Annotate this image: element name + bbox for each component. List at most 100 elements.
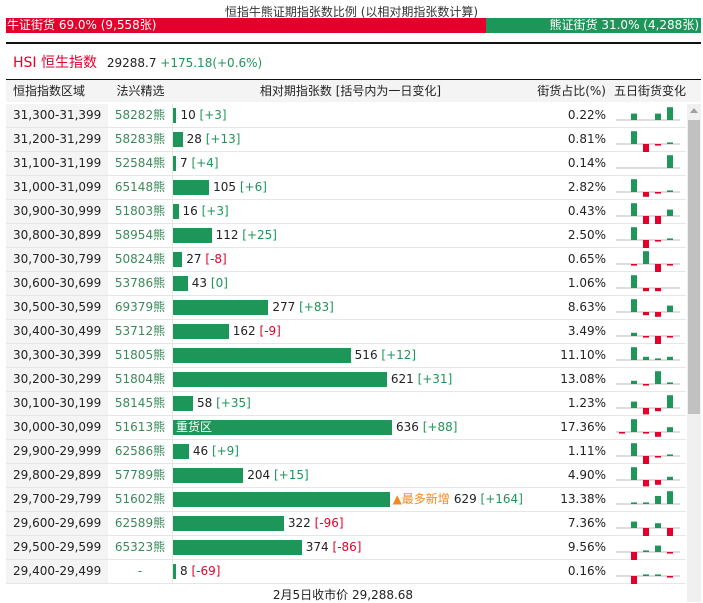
count-value: 58 [+35]: [197, 392, 251, 415]
share-cell: 1.23%: [567, 396, 606, 410]
warrant-code-link[interactable]: 57789熊: [108, 464, 173, 487]
most-added-tag: ▲最多新增: [392, 492, 450, 506]
table-row[interactable]: 30,800-30,899 58954熊 112 [+25] 2.50%: [6, 224, 686, 248]
warrant-code-link[interactable]: 51804熊: [108, 368, 173, 391]
table-row[interactable]: 30,400-30,499 53712熊 162 [-9] 3.49%: [6, 320, 686, 344]
range-cell: 30,900-30,999: [6, 200, 108, 223]
count-number: 621: [390, 372, 414, 386]
one-day-change: [+6]: [239, 180, 267, 194]
warrant-code-link[interactable]: 51805熊: [108, 344, 173, 367]
table-row[interactable]: 30,100-30,199 58145熊 58 [+35] 1.23%: [6, 392, 686, 416]
warrant-code-link[interactable]: 53712熊: [108, 320, 173, 343]
table-row[interactable]: 30,300-30,399 51805熊 516 [+12] 11.10%: [6, 344, 686, 368]
warrant-code-link[interactable]: 52584熊: [108, 152, 173, 175]
count-number: 204: [247, 468, 271, 482]
count-value: 204 [+15]: [247, 464, 308, 487]
table-row[interactable]: 29,700-29,799 51602熊 ▲最多新增 629 [+164] 13…: [6, 488, 686, 512]
five-day-sparkline: [606, 176, 686, 199]
sparkline-bar: [631, 203, 637, 216]
table-row[interactable]: 31,100-31,199 52584熊 7 [+4] 0.14%: [6, 152, 686, 176]
table-row[interactable]: 30,600-30,699 53786熊 43 [0] 1.06%: [6, 272, 686, 296]
range-cell: 29,500-29,599: [6, 536, 108, 559]
sparkline-bar: [655, 456, 661, 458]
range-cell: 30,200-30,299: [6, 368, 108, 391]
sparkline-bar: [631, 264, 637, 266]
sparkline-bar: [655, 574, 661, 576]
one-day-change: [+3]: [201, 204, 229, 218]
warrant-code-link[interactable]: 53786熊: [108, 272, 173, 295]
one-day-change: [+12]: [381, 348, 417, 362]
warrant-code-link[interactable]: 62589熊: [108, 512, 173, 535]
sparkline-bar: [667, 528, 673, 536]
warrant-code-link[interactable]: 69379熊: [108, 296, 173, 319]
five-day-sparkline: [606, 512, 686, 536]
count-number: 46: [192, 444, 209, 458]
range-cell: 30,000-30,099: [6, 416, 108, 439]
one-day-change: [+88]: [422, 420, 458, 434]
count-cell: 516 [+12]: [173, 344, 528, 367]
warrant-code-link[interactable]: 65323熊: [108, 536, 173, 559]
count-bar: [173, 468, 244, 483]
scrollbar-thumb[interactable]: [688, 120, 700, 414]
table-row[interactable]: 30,200-30,299 51804熊 621 [+31] 13.08%: [6, 368, 686, 392]
index-quote: HSI 恒生指数 29288.7 +175.18(+0.6%): [13, 52, 262, 72]
table-row[interactable]: 29,500-29,599 65323熊 374 [-86] 9.56%: [6, 536, 686, 560]
count-value: 16 [+3]: [183, 200, 229, 223]
table-row[interactable]: 30,700-30,799 50824熊 27 [-8] 0.65%: [6, 248, 686, 272]
warrant-code-link[interactable]: 58954熊: [108, 224, 173, 247]
warrant-code-link[interactable]: 51803熊: [108, 200, 173, 223]
table-row[interactable]: 29,900-29,999 62586熊 46 [+9] 1.11%: [6, 440, 686, 464]
table-row[interactable]: 30,900-30,999 51803熊 16 [+3] 0.43%: [6, 200, 686, 224]
five-day-sparkline: [606, 368, 686, 391]
warrant-code-link[interactable]: 51602熊: [108, 488, 173, 511]
table-row[interactable]: 31,300-31,399 58282熊 10 [+3] 0.22%: [6, 104, 686, 128]
count-bar: [173, 324, 229, 339]
count-bar: [173, 156, 176, 171]
warrant-code-link[interactable]: 58283熊: [108, 128, 173, 151]
warrant-code-link[interactable]: 62586熊: [108, 440, 173, 463]
share-cell: 0.81%: [567, 132, 606, 146]
sparkline-bar: [643, 456, 649, 464]
table-row[interactable]: 29,600-29,699 62589熊 322 [-96] 7.36%: [6, 512, 686, 536]
sparkline-bar: [667, 576, 673, 578]
one-day-change: [+13]: [205, 132, 241, 146]
table-row[interactable]: 29,800-29,899 57789熊 204 [+15] 4.90%: [6, 464, 686, 488]
one-day-change: [0]: [210, 276, 228, 290]
share-cell: 7.36%: [567, 516, 606, 530]
one-day-change: [-86]: [332, 540, 362, 554]
five-day-sparkline: [606, 272, 686, 295]
table-row[interactable]: 31,200-31,299 58283熊 28 [+13] 0.81%: [6, 128, 686, 152]
sparkline-bar: [667, 238, 673, 240]
sparkline-bar: [655, 113, 661, 120]
scroll-up-arrow-icon[interactable]: [690, 108, 698, 113]
sparkline-bar: [643, 574, 649, 576]
share-cell: 1.06%: [567, 276, 606, 290]
table-row[interactable]: 30,500-30,599 69379熊 277 [+83] 8.63%: [6, 296, 686, 320]
sparkline-bar: [643, 502, 649, 504]
warrant-code-link[interactable]: 65148熊: [108, 176, 173, 199]
sparkline-bar: [643, 288, 649, 292]
warrant-code-link[interactable]: 51613熊: [108, 416, 173, 439]
warrant-code-link[interactable]: 58282熊: [108, 104, 173, 127]
five-day-sparkline: [606, 320, 686, 344]
bear-share-bar: 熊证街货 31.0% (4,288张): [485, 18, 701, 33]
table-row[interactable]: 30,000-30,099 51613熊 重货区 636 [+88] 17.36…: [6, 416, 686, 440]
five-day-sparkline: [606, 224, 686, 248]
range-cell: 29,600-29,699: [6, 512, 108, 535]
table-row[interactable]: 29,400-29,499 - 8 [-69] 0.16%: [6, 560, 686, 584]
warrant-code-link[interactable]: -: [108, 560, 173, 583]
count-cell: 374 [-86]: [173, 536, 528, 559]
count-cell: 重货区 636 [+88]: [173, 416, 528, 439]
count-cell: 27 [-8]: [173, 248, 528, 271]
warrant-code-link[interactable]: 50824熊: [108, 248, 173, 271]
sparkline-bar: [667, 142, 673, 144]
sparkline-bar: [655, 358, 661, 360]
count-number: 636: [396, 420, 419, 434]
count-bar: [173, 108, 177, 123]
sparkline-bar: [667, 454, 673, 456]
header-range: 恒指指数区域: [13, 84, 86, 98]
five-day-sparkline: [606, 200, 686, 224]
warrant-code-link[interactable]: 58145熊: [108, 392, 173, 415]
scrollbar[interactable]: [687, 104, 701, 602]
table-row[interactable]: 31,000-31,099 65148熊 105 [+6] 2.82%: [6, 176, 686, 200]
